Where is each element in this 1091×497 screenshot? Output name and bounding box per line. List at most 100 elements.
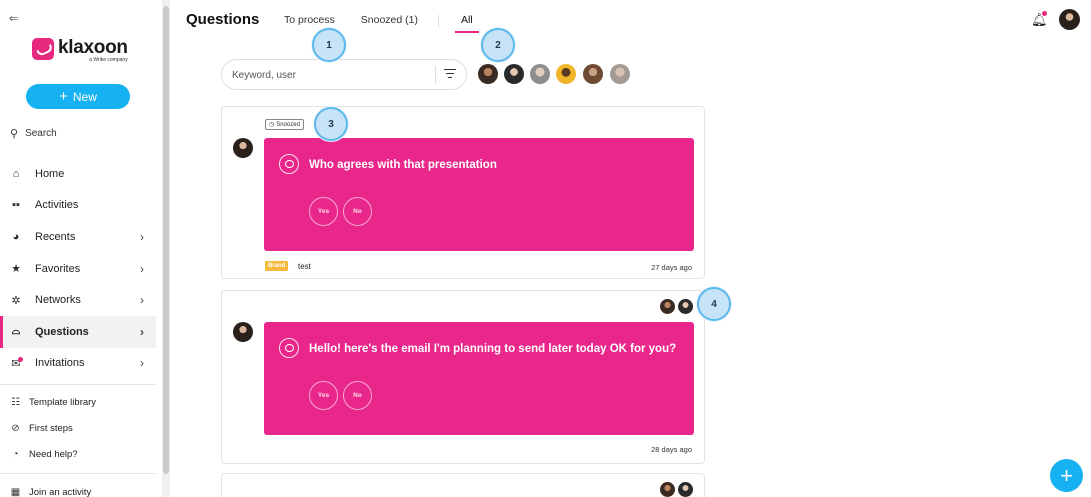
help-icon: ◔ <box>12 448 19 460</box>
chevron-right-icon: › <box>140 229 144 244</box>
sidebar-item-need-help[interactable]: ◔ Need help? <box>0 441 156 467</box>
annotation-marker: 2 <box>481 28 515 62</box>
card-timestamp: 27 days ago <box>651 263 692 272</box>
search-placeholder: Keyword, user <box>232 70 296 81</box>
sidebar-search[interactable]: ⚲ Search <box>10 127 57 140</box>
sidebar-divider <box>0 473 156 474</box>
sidebar: ⇐ klaxoon a Wrike company + New ⚲ Search… <box>0 0 156 497</box>
klaxoon-logo[interactable]: klaxoon a Wrike company <box>32 38 128 63</box>
participant-avatar[interactable] <box>478 64 498 84</box>
question-bubble-icon <box>279 338 299 358</box>
brand-badge: Brand <box>265 261 289 271</box>
sidebar-item-home[interactable]: ⌂ Home <box>0 158 156 190</box>
sidebar-item-questions[interactable]: ⌓ Questions › <box>0 315 156 348</box>
template-icon: ☷ <box>11 396 20 408</box>
answer-yes-button[interactable]: Yes <box>309 381 338 410</box>
sidebar-item-first-steps[interactable]: ⊘ First steps <box>0 415 156 441</box>
join-activity-button[interactable]: ▦ Join an activity <box>0 479 156 497</box>
notification-dot <box>18 356 23 362</box>
filter-icon[interactable] <box>444 69 456 81</box>
sidebar-scrollbar[interactable] <box>162 0 170 497</box>
question-card[interactable]: Hello! here's the email I'm planning to … <box>221 290 705 464</box>
tab-all[interactable]: All <box>455 14 479 33</box>
participant-avatar[interactable] <box>610 64 630 84</box>
user-avatar[interactable] <box>1059 9 1080 30</box>
answer-no-button[interactable]: No <box>343 381 372 410</box>
star-icon: ★ <box>11 263 21 276</box>
network-icon: ✲ <box>11 294 21 307</box>
card-tag: test <box>298 262 311 271</box>
sidebar-item-networks[interactable]: ✲ Networks › <box>0 284 156 316</box>
sidebar-item-label: Home <box>35 167 65 180</box>
chevron-right-icon: › <box>140 261 144 276</box>
clock-icon: ◕ <box>12 230 20 243</box>
new-button-label: New <box>72 89 97 104</box>
sidebar-item-label: First steps <box>29 422 73 434</box>
compass-icon: ⊘ <box>11 422 20 434</box>
participant-avatar[interactable] <box>583 64 603 84</box>
participant-avatar[interactable] <box>504 64 524 84</box>
logo-mark <box>32 38 54 60</box>
search-divider <box>435 66 436 84</box>
answer-yes-button[interactable]: Yes <box>309 197 338 226</box>
search-icon: ⚲ <box>10 128 19 140</box>
responder-avatar <box>678 299 693 314</box>
snooze-clock-icon: ◷ <box>269 122 275 128</box>
tab-to-process[interactable]: To process <box>284 14 335 27</box>
chevron-right-icon: › <box>140 324 144 339</box>
question-body[interactable]: Who agrees with that presentation Yes No <box>264 138 694 251</box>
sidebar-item-label: Activities <box>35 199 79 212</box>
annotation-marker: 4 <box>697 287 731 321</box>
question-body[interactable]: Hello! here's the email I'm planning to … <box>264 322 694 435</box>
notification-dot <box>1042 11 1047 16</box>
sidebar-item-label: Template library <box>29 396 97 408</box>
sidebar-join: ▦ Join an activity <box>0 479 156 497</box>
app-root: ⇐ klaxoon a Wrike company + New ⚲ Search… <box>0 0 1091 497</box>
snoozed-tag: ◷ Snoozed <box>265 119 304 130</box>
chevron-right-icon: › <box>140 293 144 308</box>
scrollbar-thumb[interactable] <box>163 6 169 474</box>
sidebar-item-label: Invitations <box>35 357 85 370</box>
author-avatar <box>233 322 253 342</box>
question-card[interactable]: ◷ Snoozed Who agrees with that presentat… <box>221 106 705 279</box>
sidebar-item-favorites[interactable]: ★ Favorites › <box>0 253 156 285</box>
chevron-right-icon: › <box>140 356 144 371</box>
question-tabs: To process Snoozed (1) All <box>284 14 499 33</box>
sidebar-item-label: Need help? <box>29 448 78 460</box>
join-activity-label: Join an activity <box>29 486 92 497</box>
sidebar-item-invitations[interactable]: ✉ Invitations › <box>0 348 156 380</box>
snoozed-label: Snoozed <box>276 121 300 128</box>
question-bubble-icon <box>279 154 299 174</box>
plus-icon: + <box>1060 462 1073 488</box>
page-title: Questions <box>186 11 260 28</box>
sidebar-item-template-library[interactable]: ☷ Template library <box>0 389 156 415</box>
sidebar-secondary: ☷ Template library ⊘ First steps ◔ Need … <box>0 389 156 467</box>
search-input[interactable]: Keyword, user <box>221 59 467 90</box>
sidebar-item-activities[interactable]: ▪▪ Activities <box>0 190 156 222</box>
home-icon: ⌂ <box>12 167 20 180</box>
participant-avatar[interactable] <box>530 64 550 84</box>
sidebar-search-label: Search <box>25 128 57 139</box>
new-button[interactable]: + New <box>26 84 130 109</box>
card-timestamp: 28 days ago <box>651 445 692 454</box>
inbox-icon: ⌓ <box>11 325 21 338</box>
collapse-left-icon[interactable]: ⇐ <box>9 12 18 25</box>
participant-avatar[interactable] <box>556 64 576 84</box>
add-question-button[interactable]: + <box>1050 459 1083 492</box>
tab-snoozed[interactable]: Snoozed (1) <box>361 14 418 27</box>
qr-icon: ▦ <box>10 486 21 497</box>
responder-avatar <box>660 299 675 314</box>
question-card[interactable] <box>221 473 705 497</box>
responder-avatar <box>678 482 693 497</box>
sidebar-item-label: Favorites <box>35 262 81 275</box>
sidebar-item-label: Networks <box>35 294 81 307</box>
tab-divider <box>437 15 439 27</box>
sidebar-item-recents[interactable]: ◕ Recents › <box>0 221 156 253</box>
author-avatar <box>233 138 253 158</box>
sidebar-item-label: Questions <box>35 325 89 338</box>
sidebar-item-label: Recents <box>35 230 76 243</box>
answer-no-button[interactable]: No <box>343 197 372 226</box>
annotation-marker: 3 <box>314 107 348 141</box>
activities-icon: ▪▪ <box>12 199 20 212</box>
responder-avatar <box>660 482 675 497</box>
